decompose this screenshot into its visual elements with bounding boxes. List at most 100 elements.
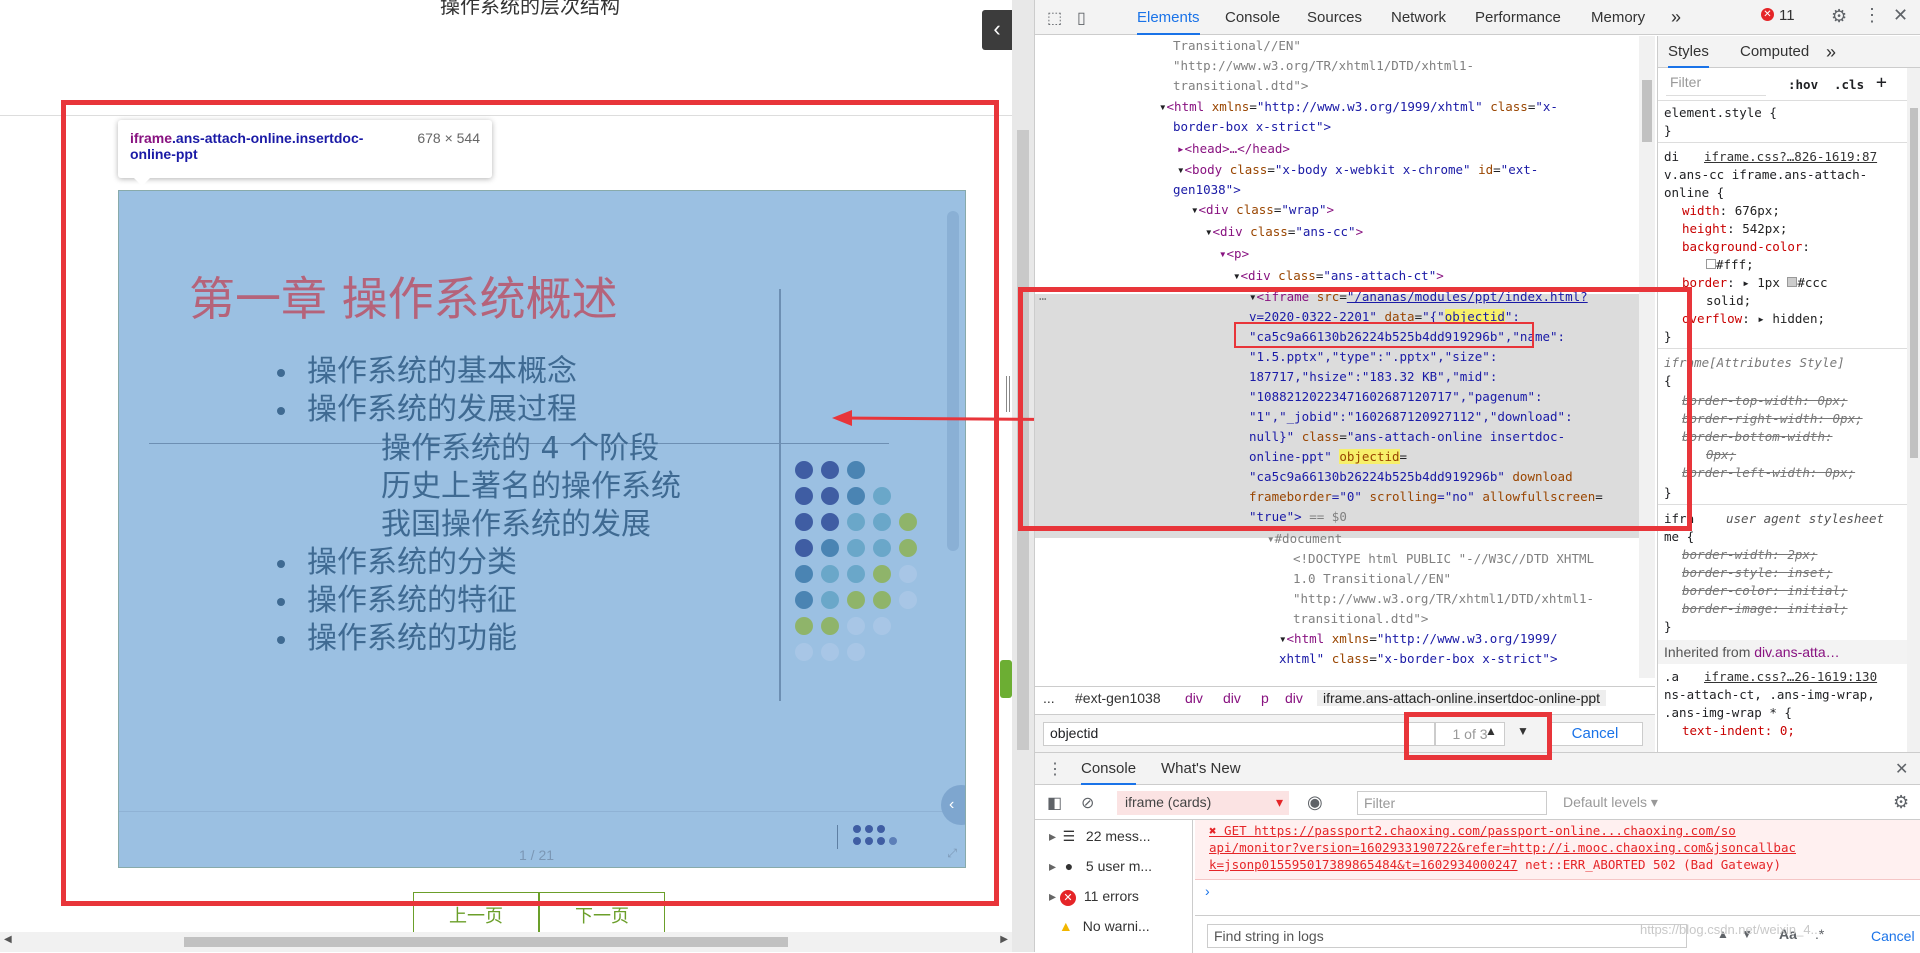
style-prop-overridden: 0px; bbox=[1706, 447, 1737, 462]
dom-node-div-wrap[interactable]: ▾<div class="wrap"> bbox=[1191, 200, 1334, 220]
close-icon[interactable]: ✕ bbox=[1893, 5, 1908, 26]
style-prop-overridden: border-image: initial; bbox=[1682, 601, 1848, 616]
style-rule-selector[interactable]: element.style { bbox=[1664, 104, 1777, 122]
eye-icon[interactable]: ◉ bbox=[1307, 792, 1323, 813]
dom-node-div-anscc[interactable]: ▾<div class="ans-cc"> bbox=[1205, 222, 1363, 242]
dom-node-document[interactable]: ▾#document bbox=[1267, 529, 1342, 549]
inspect-element-icon[interactable]: ⬚ bbox=[1047, 8, 1062, 28]
dom-text: <!DOCTYPE html PUBLIC "-//W3C//DTD XHTML bbox=[1293, 551, 1595, 566]
style-rule-brace: } bbox=[1664, 123, 1672, 138]
dom-text: gen1038"> bbox=[1173, 182, 1241, 197]
dom-text: Transitional//EN" bbox=[1173, 38, 1301, 53]
more-tabs-icon[interactable]: » bbox=[1671, 0, 1681, 35]
style-source-link[interactable]: iframe.css?…26-1619:130 bbox=[1704, 668, 1877, 686]
breadcrumb-item-active[interactable]: iframe.ans-attach-online.insertdoc-onlin… bbox=[1317, 690, 1607, 706]
device-toolbar-icon[interactable]: ▯ bbox=[1077, 8, 1086, 28]
error-icon[interactable]: ✕ bbox=[1761, 8, 1774, 21]
breadcrumb-item[interactable]: div bbox=[1185, 690, 1203, 706]
style-rule-selector[interactable]: v.ans-cc iframe.ans-attach- bbox=[1664, 166, 1867, 184]
dom-node-body[interactable]: ▾<body class="x-body x-webkit x-chrome" … bbox=[1177, 160, 1538, 180]
breadcrumb: ... #ext-gen1038 div div p div iframe.an… bbox=[1035, 686, 1655, 710]
tab-console-drawer[interactable]: Console bbox=[1081, 753, 1137, 785]
annotation-box bbox=[1404, 712, 1552, 760]
breadcrumb-item[interactable]: div bbox=[1285, 690, 1303, 706]
style-prop-width[interactable]: width: 676px; bbox=[1682, 202, 1780, 220]
style-prop-height[interactable]: height: 542px; bbox=[1682, 220, 1787, 238]
clear-console-icon[interactable]: ⊘ bbox=[1081, 793, 1094, 813]
sidebar-toggle-icon[interactable]: ◧ bbox=[1047, 793, 1062, 813]
drawer-menu-icon[interactable]: ⋮ bbox=[1047, 759, 1063, 779]
error-icon: ✕ bbox=[1059, 890, 1076, 906]
dom-search-bar: objectid 1 of 3 ▲ ▼ Cancel bbox=[1035, 714, 1655, 752]
breadcrumb-item[interactable]: p bbox=[1261, 690, 1269, 706]
close-drawer-icon[interactable]: ✕ bbox=[1895, 759, 1908, 779]
style-prop-border[interactable]: border: ▸ 1px #ccc bbox=[1682, 274, 1827, 292]
style-source-link[interactable]: iframe.css?…826-1619:87 bbox=[1704, 148, 1877, 166]
style-prop-overridden: border-left-width: 0px; bbox=[1682, 465, 1856, 480]
add-rule-icon[interactable]: + bbox=[1876, 74, 1887, 92]
styles-pane: Styles Computed » Filter :hov .cls + ele… bbox=[1657, 36, 1920, 752]
user-agent-label: user agent stylesheet bbox=[1726, 511, 1885, 526]
style-prop[interactable]: text-indent: 0; bbox=[1682, 722, 1795, 740]
log-levels-dropdown[interactable]: Default levels ▾ bbox=[1563, 794, 1658, 811]
dom-node-inner-html[interactable]: ▾<html xmlns="http://www.w3.org/1999/ bbox=[1279, 629, 1558, 649]
find-in-logs-input[interactable]: Find string in logs bbox=[1207, 924, 1687, 948]
user-icon: ● bbox=[1064, 858, 1074, 874]
tab-whats-new[interactable]: What's New bbox=[1161, 753, 1241, 785]
error-count[interactable]: 11 bbox=[1779, 7, 1795, 24]
breadcrumb-item[interactable]: #ext-gen1038 bbox=[1075, 690, 1161, 706]
dom-search-input[interactable]: objectid bbox=[1043, 722, 1435, 746]
sidebar-warnings[interactable]: ▲ No warni... bbox=[1049, 918, 1150, 934]
tab-elements[interactable]: Elements bbox=[1137, 0, 1200, 35]
style-prop-border-value: solid; bbox=[1706, 293, 1752, 308]
dom-node-html[interactable]: ▾<html xmlns="http://www.w3.org/1999/xht… bbox=[1159, 97, 1558, 117]
console-prompt[interactable]: › bbox=[1205, 883, 1210, 899]
styles-scrollbar[interactable] bbox=[1907, 68, 1920, 752]
style-rule-selector[interactable]: .ans-img-wrap * { bbox=[1664, 704, 1792, 722]
hov-toggle[interactable]: :hov bbox=[1788, 76, 1818, 94]
console-filter-input[interactable]: Filter bbox=[1357, 791, 1547, 815]
dom-text: transitional.dtd"> bbox=[1173, 78, 1309, 93]
search-cancel-button[interactable]: Cancel bbox=[1547, 722, 1643, 746]
breadcrumb-item[interactable]: div bbox=[1223, 690, 1241, 706]
style-rule-selector[interactable]: .a bbox=[1664, 668, 1679, 686]
dom-node-head[interactable]: ▸<head>…</head> bbox=[1177, 139, 1290, 159]
context-select[interactable]: iframe (cards) ▾ bbox=[1117, 791, 1289, 815]
sidebar-user-messages[interactable]: ▸ ● 5 user m... bbox=[1049, 858, 1152, 875]
settings-gear-icon[interactable]: ⚙ bbox=[1831, 6, 1847, 27]
sidebar-messages[interactable]: ▸ ☰ 22 mess... bbox=[1049, 828, 1151, 845]
tab-sources[interactable]: Sources bbox=[1307, 0, 1362, 35]
style-rule-selector[interactable]: online { bbox=[1664, 184, 1724, 202]
style-prop-overridden: border-top-width: 0px; bbox=[1682, 393, 1848, 408]
more-tabs-icon[interactable]: » bbox=[1826, 36, 1836, 68]
cls-toggle[interactable]: .cls bbox=[1834, 76, 1864, 94]
style-rule-selector[interactable]: ns-attach-ct, .ans-img-wrap, bbox=[1664, 686, 1875, 704]
style-rule-selector[interactable]: di bbox=[1664, 148, 1679, 166]
sidebar-errors[interactable]: ▸ ✕ 11 errors bbox=[1049, 888, 1139, 906]
tab-styles[interactable]: Styles bbox=[1668, 36, 1709, 68]
kebab-menu-icon[interactable]: ⋮ bbox=[1863, 5, 1881, 26]
console-sidebar: ▸ ☰ 22 mess... ▸ ● 5 user m... ▸ ✕ 11 error… bbox=[1035, 820, 1193, 953]
tab-network[interactable]: Network bbox=[1391, 0, 1446, 35]
style-rule-brace: } bbox=[1664, 619, 1672, 634]
dom-node-div-attach[interactable]: ▾<div class="ans-attach-ct"> bbox=[1233, 266, 1444, 286]
dom-text: border-box x-strict"> bbox=[1173, 119, 1332, 134]
console-settings-gear-icon[interactable]: ⚙ bbox=[1893, 792, 1909, 813]
style-prop-bg[interactable]: background-color: bbox=[1682, 238, 1810, 256]
inherited-header: Inherited from div.ans-atta… bbox=[1658, 640, 1920, 664]
styles-filter-input[interactable]: Filter bbox=[1666, 74, 1766, 96]
warning-icon: ▲ bbox=[1058, 918, 1073, 934]
dom-text: "http://www.w3.org/TR/xhtml1/DTD/xhtml1- bbox=[1173, 58, 1475, 73]
tab-console[interactable]: Console bbox=[1225, 0, 1280, 35]
dom-node-p[interactable]: ▾<p> bbox=[1219, 244, 1249, 264]
find-cancel-button[interactable]: Cancel bbox=[1871, 928, 1915, 944]
breadcrumb-item[interactable]: ... bbox=[1043, 690, 1055, 706]
dom-text: "http://www.w3.org/TR/xhtml1/DTD/xhtml1- bbox=[1293, 591, 1595, 606]
style-prop-bg-value[interactable]: #fff; bbox=[1706, 256, 1754, 274]
style-prop-overridden: border-bottom-width: bbox=[1682, 429, 1833, 444]
style-prop-overflow[interactable]: overflow: ▸ hidden; bbox=[1682, 310, 1825, 328]
list-icon: ☰ bbox=[1062, 828, 1076, 844]
tab-memory[interactable]: Memory bbox=[1591, 0, 1645, 35]
tab-computed[interactable]: Computed bbox=[1740, 36, 1809, 68]
tab-performance[interactable]: Performance bbox=[1475, 0, 1561, 35]
